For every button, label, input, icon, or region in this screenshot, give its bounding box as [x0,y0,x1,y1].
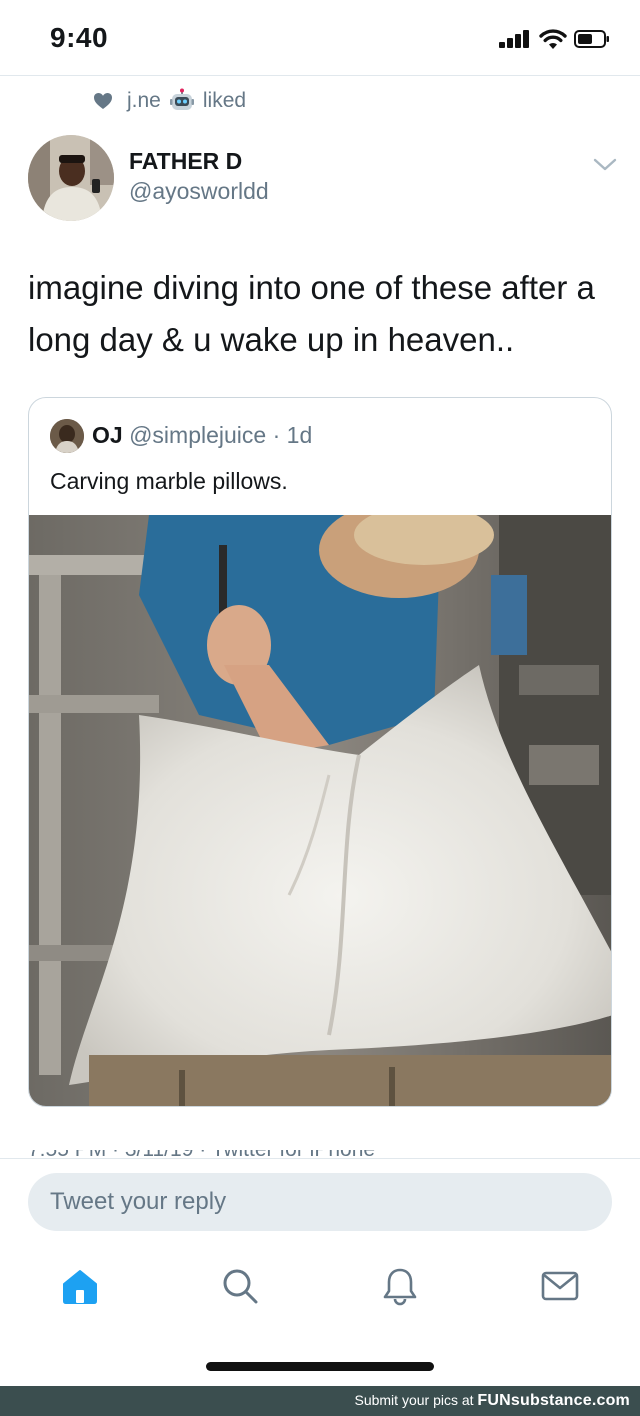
home-indicator [206,1362,434,1371]
search-icon[interactable] [220,1266,260,1306]
quoted-author-handle: @simplejuice [129,422,267,448]
author-name[interactable]: FATHER D [129,148,242,175]
author-avatar[interactable] [28,135,114,221]
battery-icon [574,30,609,48]
status-time: 9:40 [50,22,109,53]
mail-icon[interactable] [540,1266,580,1306]
quoted-tweet-age: 1d [286,422,313,448]
heart-icon [94,93,112,109]
watermark-brand: FUNsubstance.com [477,1392,630,1409]
watermark-prefix: Submit your pics at [354,1392,478,1408]
author-avatar-image [28,135,114,221]
liked-context-row: j.ne liked [93,88,246,114]
home-icon[interactable] [60,1266,100,1306]
author-handle[interactable]: @ayosworldd [129,178,269,205]
quoted-tweet-text: Carving marble pillows. [50,468,288,494]
chevron-down-icon[interactable] [592,156,618,174]
bell-icon[interactable] [380,1266,420,1306]
quoted-tweet-header: OJ @simplejuice · 1d [92,422,312,449]
liked-by-user[interactable]: j.ne [127,89,161,113]
wifi-icon [539,29,567,49]
divider [0,1158,640,1159]
tweet-text: imagine diving into one of these after a… [28,269,595,358]
liked-action-label: liked [202,89,247,112]
signal-icon [499,30,531,48]
status-bar: 9:40 [0,0,640,76]
robot-emoji-icon [169,88,194,110]
reply-input[interactable] [28,1173,612,1231]
meta-separator: · [266,422,287,448]
quoted-tweet-card[interactable]: OJ @simplejuice · 1d Carving marble pill… [28,397,612,1107]
quoted-tweet-video[interactable] [29,515,612,1107]
quoted-author-name: OJ [92,422,123,448]
quoted-author-avatar [50,419,84,453]
watermark-text: Submit your pics at FUNsubstance.com [354,1392,630,1410]
watermark-footer: Submit your pics at FUNsubstance.com [0,1386,640,1416]
